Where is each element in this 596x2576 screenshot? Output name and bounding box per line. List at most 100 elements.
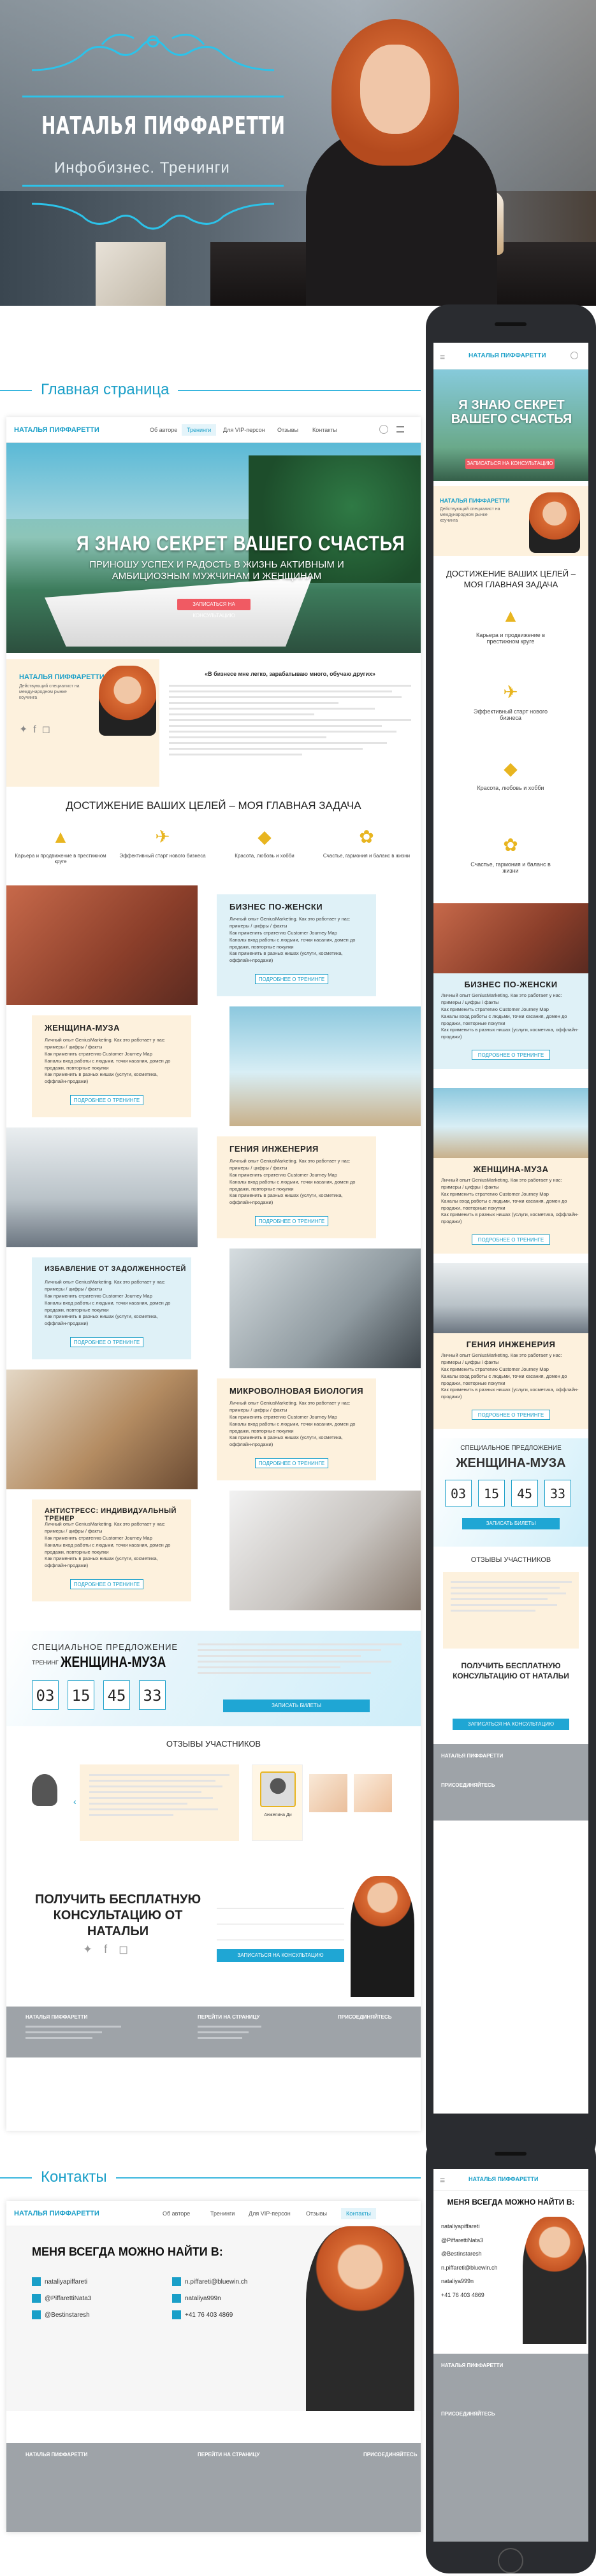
feature-4-button[interactable]: ПОДРОБНЕЕ О ТРЕНИНГЕ [70, 1337, 143, 1347]
section-title-main: Главная страница [32, 381, 178, 399]
menu-icon[interactable]: ≡ [440, 352, 445, 362]
contacts-footer-go: ПЕРЕЙТИ НА СТРАНИЦУ [198, 2452, 260, 2458]
offer-button[interactable]: ЗАПИСАТЬ БИЛЕТЫ [223, 1699, 370, 1712]
contacts-col-2: n.piffareti@bluewin.ch nataliya999n +41 … [172, 2274, 247, 2324]
contacts-nav-about[interactable]: Об авторе [163, 2210, 190, 2217]
mobile-feature-1-title: БИЗНЕС ПО-ЖЕНСКИ [464, 980, 558, 989]
chevron-left-icon[interactable]: ‹ [73, 1796, 76, 1807]
reviewer-active[interactable]: Анжелина Ди [252, 1764, 303, 1841]
mobile-contact-phone[interactable]: +41 76 403 4869 [441, 2289, 498, 2303]
mobile-feature-2-title: ЖЕНЩИНА-МУЗА [473, 1164, 549, 1174]
facebook-icon[interactable]: f [33, 724, 36, 735]
countdown-seconds: 33 [139, 1680, 166, 1710]
consult-email-input[interactable] [217, 1930, 344, 1940]
mobile-feature-2-card: ЖЕНЩИНА-МУЗА Личный опыт GeniusMarketing… [433, 1158, 588, 1254]
mobile-feature-1-card: БИЗНЕС ПО-ЖЕНСКИ Личный опыт GeniusMarke… [433, 973, 588, 1069]
consult-name-input[interactable] [217, 1898, 344, 1908]
mobile-feature-1-photo [433, 903, 588, 973]
twitter-icon[interactable]: ✦ [83, 1943, 104, 1956]
mobile-offer-button[interactable]: ЗАПИСАТЬ БИЛЕТЫ [462, 1518, 560, 1529]
home-button[interactable] [498, 2548, 523, 2573]
mobile-feature-2-button[interactable]: ПОДРОБНЕЕ О ТРЕНИНГЕ [472, 1234, 550, 1245]
contacts-nav-vip[interactable]: Для VIP-персон [249, 2210, 291, 2217]
mobile-goal-career: ▲ Карьера и продвижение в престижном круг… [463, 604, 558, 645]
mobile-offer: СПЕЦИАЛЬНОЕ ПРЕДЛОЖЕНИЕ ЖЕНЩИНА-МУЗА 03 … [433, 1438, 588, 1547]
nav-trainings[interactable]: Тренинги [182, 424, 217, 436]
social-icons-about: ✦ f ◻ [19, 723, 50, 736]
mobile-contact-skype-2[interactable]: nataliya999n [441, 2275, 498, 2289]
consult-phone-input[interactable] [217, 1914, 344, 1924]
reviewer-prev-avatar [32, 1774, 57, 1806]
site-logo[interactable]: НАТАЛЬЯ ПИФФАРЕТТИ [14, 426, 99, 434]
footer-go: ПЕРЕЙТИ НА СТРАНИЦУ [198, 2014, 260, 2020]
hero-section: Я ЗНАЮ СЕКРЕТ ВАШЕГО СЧАСТЬЯ ПРИНОШУ УСП… [6, 443, 421, 653]
feature-3-button[interactable]: ПОДРОБНЕЕ О ТРЕНИНГЕ [255, 1216, 328, 1226]
feature-1-button[interactable]: ПОДРОБНЕЕ О ТРЕНИНГЕ [255, 974, 328, 984]
contacts-nav-contacts[interactable]: Контакты [341, 2208, 376, 2219]
menu-icon[interactable]: ≡ [440, 2175, 445, 2185]
instagram-icon[interactable]: ◻ [42, 724, 50, 735]
phone-speaker [495, 322, 527, 326]
mobile-feature-3-button[interactable]: ПОДРОБНЕЕ О ТРЕНИНГЕ [472, 1410, 550, 1420]
reviewer-thumb-2[interactable] [309, 1774, 347, 1812]
nav-about[interactable]: Об авторе [150, 427, 177, 433]
mobile-logo[interactable]: НАТАЛЬЯ ПИФФАРЕТТИ [469, 352, 546, 359]
contacts-footer-join: ПРИСОЕДИНЯЙТЕСЬ [363, 2452, 418, 2458]
mobile-contact-email[interactable]: n.piffareti@bluewin.ch [441, 2261, 498, 2275]
review-card: ‹ [73, 1764, 239, 1841]
ornament-bottom-icon [31, 203, 275, 230]
hero-cta-button[interactable]: ЗАПИСАТЬСЯ НА КОНСУЛЬТАЦИЮ [177, 599, 251, 619]
hero-divider-bottom [22, 185, 284, 187]
feature-5-list: Личный опыт GeniusMarketing. Как это раб… [229, 1400, 356, 1448]
contacts-nav-reviews[interactable]: Отзывы [306, 2210, 327, 2217]
countdown-minutes: 45 [103, 1680, 130, 1710]
goal-career-label: Карьера и продвижение в престижном круге [15, 853, 106, 864]
instagram-icon[interactable]: ◻ [119, 1943, 140, 1956]
contacts-mobile-logo[interactable]: НАТАЛЬЯ ПИФФАРЕТТИ [469, 2176, 538, 2182]
feature-5-card: МИКРОВОЛНОВАЯ БИОЛОГИЯ Личный опыт Geniu… [217, 1378, 376, 1480]
search-icon[interactable] [571, 352, 578, 359]
contact-skype-2[interactable]: nataliya999n [185, 2295, 221, 2302]
mobile-contact-twitter[interactable]: @PiffarettiNata3 [441, 2234, 498, 2248]
feature-5-button[interactable]: ПОДРОБНЕЕ О ТРЕНИНГЕ [255, 1458, 328, 1468]
mobile-footer-name: НАТАЛЬЯ ПИФФАРЕТТИ [441, 1753, 504, 1759]
contact-instagram[interactable]: @Bestinstaresh [45, 2312, 90, 2319]
reviewer-thumb-3[interactable] [354, 1774, 392, 1812]
mobile-consult-button[interactable]: ЗАПИСАТЬСЯ НА КОНСУЛЬТАЦИЮ [453, 1719, 569, 1730]
contact-phone[interactable]: +41 76 403 4869 [185, 2312, 233, 2319]
feature-2-button[interactable]: ПОДРОБНЕЕ О ТРЕНИНГЕ [70, 1095, 143, 1105]
contacts-logo[interactable]: НАТАЛЬЯ ПИФФАРЕТТИ [14, 2210, 99, 2217]
twitter-icon[interactable]: ✦ [19, 724, 27, 735]
feature-6-title: АНТИСТРЕСС: ИНДИВИДУАЛЬНЫЙ ТРЕНЕР [45, 1507, 177, 1522]
mobile-offer-title: ЖЕНЩИНА-МУЗА [456, 1456, 566, 1470]
mobile-review-lines [451, 1581, 572, 1615]
nav-contacts[interactable]: Контакты [312, 427, 337, 433]
mobile-countdown: 03 15 45 33 [445, 1480, 571, 1506]
nav-vip[interactable]: Для VIP-персон [223, 427, 265, 433]
facebook-icon[interactable]: f [104, 1943, 119, 1956]
feature-2-photo [229, 1006, 421, 1126]
mobile-countdown-hours: 15 [478, 1480, 505, 1506]
contact-email[interactable]: n.piffareti@bluewin.ch [185, 2279, 247, 2286]
offer-text-lines [198, 1643, 402, 1678]
feature-6-button[interactable]: ПОДРОБНЕЕ О ТРЕНИНГЕ [70, 1579, 143, 1589]
search-icon[interactable] [379, 425, 388, 434]
hero-subtitle: Инфобизнес. Тренинги [54, 159, 230, 176]
nav-reviews[interactable]: Отзывы [277, 427, 298, 433]
mobile-contact-instagram[interactable]: @Bestinstaresh [441, 2247, 498, 2261]
mobile-contact-skype[interactable]: nataliyapiffareti [441, 2220, 498, 2234]
consult-section: ПОЛУЧИТЬ БЕСПЛАТНУЮ КОНСУЛЬТАЦИЮ ОТ НАТА… [6, 1873, 421, 2000]
contact-skype[interactable]: nataliyapiffareti [45, 2279, 87, 2286]
mobile-countdown-minutes: 45 [511, 1480, 538, 1506]
about-section: НАТАЛЬЯ ПИФФАРЕТТИ Действующий специалис… [6, 659, 421, 787]
countdown: 03 15 45 33 [32, 1680, 166, 1710]
menu-icon[interactable] [396, 426, 404, 433]
consult-button[interactable]: ЗАПИСАТЬСЯ НА КОНСУЛЬТАЦИЮ [217, 1949, 344, 1962]
contacts-mobile-title: МЕНЯ ВСЕГДА МОЖНО НАЙТИ В: [447, 2198, 575, 2207]
consult-portrait [351, 1876, 414, 1997]
contact-twitter[interactable]: @PiffarettiNata3 [45, 2295, 91, 2302]
contacts-nav-trainings[interactable]: Тренинги [210, 2210, 235, 2217]
mobile-feature-1-button[interactable]: ПОДРОБНЕЕ О ТРЕНИНГЕ [472, 1050, 550, 1060]
mobile-hero-button[interactable]: ЗАПИСАТЬСЯ НА КОНСУЛЬТАЦИЮ [465, 459, 555, 469]
feature-4-card: ИЗБАВЛЕНИЕ ОТ ЗАДОЛЖЕННОСТЕЙ Личный опыт… [32, 1257, 191, 1359]
